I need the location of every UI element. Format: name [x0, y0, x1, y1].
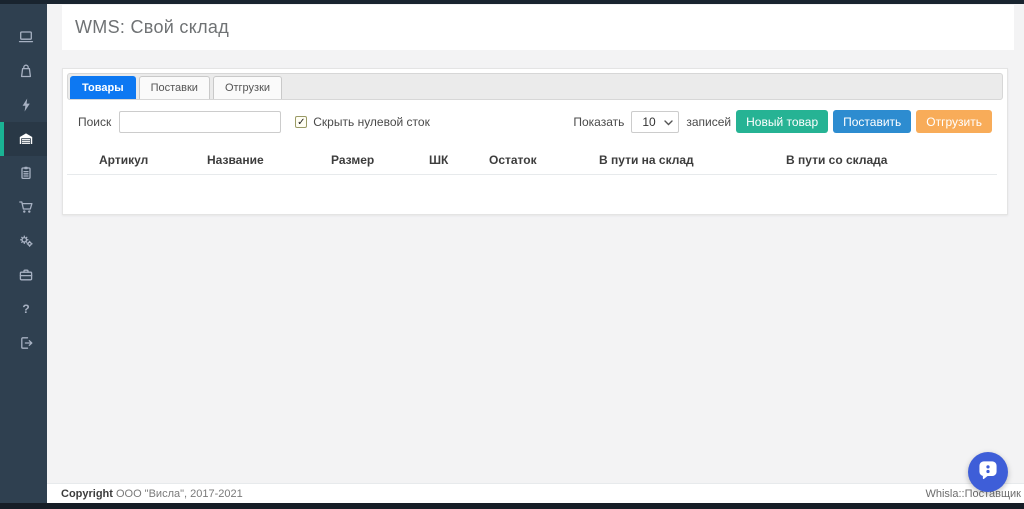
search-input[interactable] [119, 110, 282, 133]
toolbar: Поиск ✓ Скрыть нулевой сток Показать 10 … [67, 110, 1003, 133]
briefcase-icon [18, 267, 34, 283]
page-title: WMS: Свой склад [75, 17, 230, 37]
search-label: Поиск [78, 114, 112, 129]
bolt-icon [18, 97, 34, 113]
sidebar-item-logout[interactable] [0, 326, 47, 360]
chat-bubble-icon [976, 458, 1000, 487]
page-size-select[interactable]: 10 [631, 110, 680, 133]
chat-widget-button[interactable] [968, 452, 1008, 492]
header-card: WMS: Свой склад [62, 5, 1014, 50]
col-header-article[interactable]: Артикул [67, 148, 207, 175]
col-header-size[interactable]: Размер [331, 148, 429, 175]
monitor-icon [18, 29, 34, 45]
chevron-down-icon [664, 115, 674, 129]
col-header-inbound[interactable]: В пути на склад [599, 148, 786, 175]
hide-zero-stock-checkbox[interactable]: ✓ Скрыть нулевой сток [295, 115, 430, 129]
col-header-stock[interactable]: Остаток [489, 148, 599, 175]
products-table: Артикул Название Размер ШК Остаток В пут… [67, 148, 997, 225]
sidebar-item-orders[interactable] [0, 190, 47, 224]
warehouse-icon [18, 131, 34, 147]
tabstrip: Товары Поставки Отгрузки [67, 73, 1003, 100]
sidebar-item-settings[interactable] [0, 224, 47, 258]
supply-button[interactable]: Поставить [833, 110, 912, 133]
tab-supplies[interactable]: Поставки [138, 76, 210, 99]
cogs-icon [18, 233, 34, 249]
sidebar-item-terminal[interactable] [0, 20, 47, 54]
sidebar-item-warehouse[interactable] [0, 122, 47, 156]
clipboard-icon [18, 165, 34, 181]
empty-table-body [67, 175, 997, 225]
footer: Copyright ООО "Висла", 2017-2021 Whisla::… [47, 483, 1024, 503]
app-role-label: Whisla::Поставщик [925, 487, 1021, 500]
table-header-row: Артикул Название Размер ШК Остаток В пут… [67, 148, 997, 175]
page-size-value: 10 [642, 114, 656, 129]
ship-button[interactable]: Отгрузить [916, 110, 992, 133]
checkbox-check-icon: ✓ [295, 115, 308, 128]
sidebar-item-products[interactable] [0, 54, 47, 88]
col-header-outbound[interactable]: В пути со склада [786, 148, 997, 175]
bag-icon [18, 63, 34, 79]
content-card: Товары Поставки Отгрузки Поиск ✓ Скрыть … [62, 68, 1008, 215]
sidebar-item-flash[interactable] [0, 88, 47, 122]
new-product-button[interactable]: Новый товар [736, 110, 829, 133]
tab-shipments[interactable]: Отгрузки [212, 76, 283, 99]
svg-text:?: ? [22, 302, 29, 316]
col-header-name[interactable]: Название [207, 148, 331, 175]
cart-icon [18, 199, 34, 215]
records-label: записей [686, 114, 732, 129]
show-label: Показать [573, 114, 625, 129]
help-icon: ? [18, 301, 34, 317]
sidebar-item-tasks[interactable] [0, 156, 47, 190]
sidebar-item-help[interactable]: ? [0, 292, 47, 326]
wms-app: ? WMS: Свой склад Товары Поставки Отгруз… [0, 0, 1024, 509]
tab-goods[interactable]: Товары [70, 76, 136, 99]
window-top-strip [0, 0, 1024, 4]
checkbox-label: Скрыть нулевой сток [313, 114, 430, 129]
col-header-barcode[interactable]: ШК [429, 148, 489, 175]
sidebar-item-services[interactable] [0, 258, 47, 292]
sidebar: ? [0, 4, 47, 503]
window-bottom-strip [0, 503, 1024, 509]
copyright-text: Copyright ООО "Висла", 2017-2021 [61, 487, 243, 500]
logout-icon [18, 335, 34, 351]
copyright-bold: Copyright [61, 487, 113, 500]
